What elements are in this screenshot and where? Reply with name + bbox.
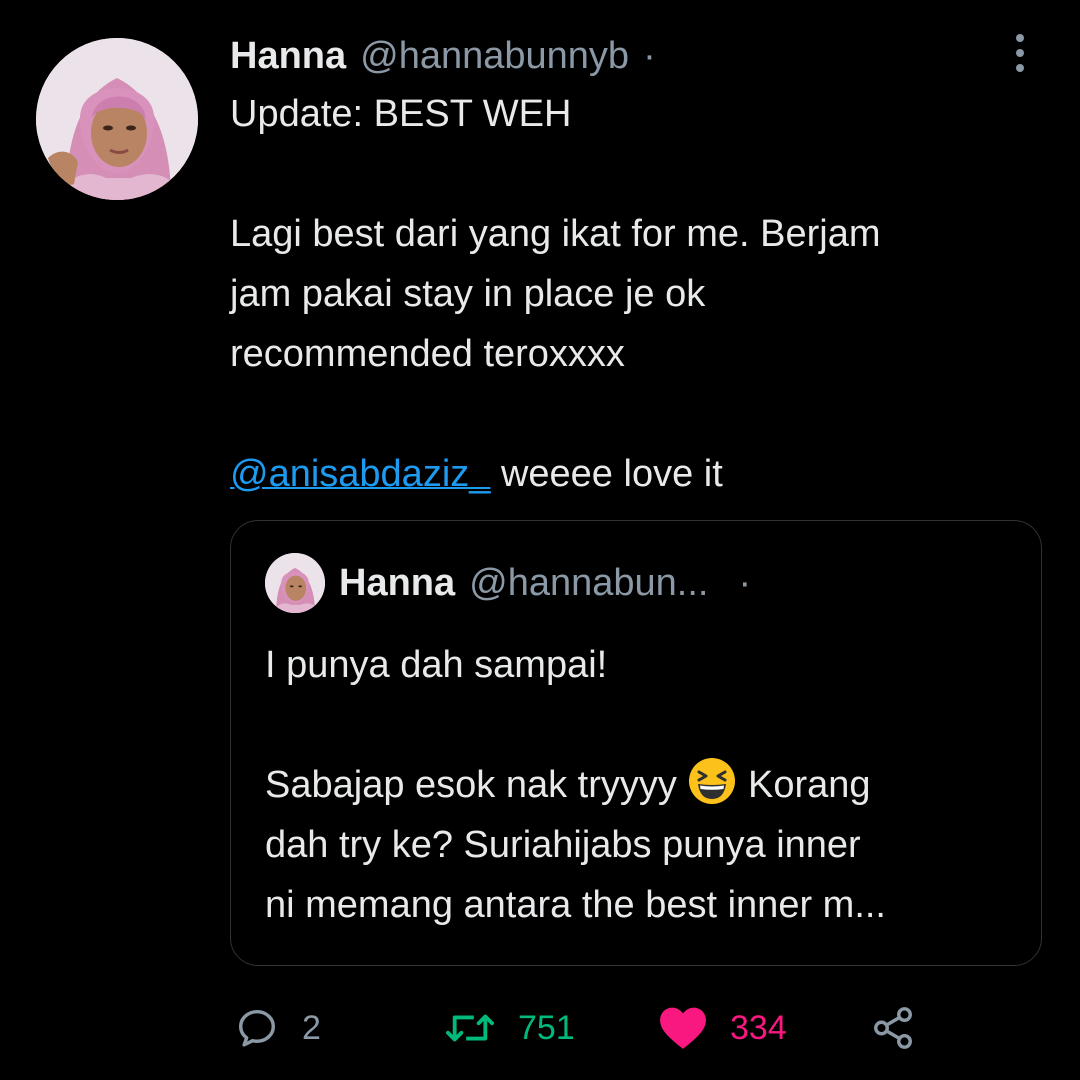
retweet-button[interactable]: 751	[444, 1000, 575, 1056]
more-dot	[1016, 64, 1024, 72]
reply-button[interactable]: 2	[234, 1000, 321, 1056]
quoted-tweet[interactable]: Hanna @hannabun... · I punya dah sampai!…	[230, 520, 1042, 966]
share-icon	[874, 1007, 912, 1049]
more-dot	[1016, 34, 1024, 42]
quoted-header-separator: ·	[738, 561, 752, 604]
quoted-text-line: dah try ke? Suriahijabs punya inner	[265, 824, 861, 866]
tweet-header: Hanna @hannabunnyb ·	[230, 30, 656, 82]
tweet-mention-line: @anisabdaziz_ weeee love it	[230, 445, 723, 504]
quoted-avatar-image	[265, 553, 325, 613]
retweet-count: 751	[518, 1008, 575, 1047]
tweet-text-line: jam pakai stay in place je ok	[230, 273, 706, 315]
heart-icon	[660, 1007, 706, 1049]
tweet-actions: 2 751 334	[230, 1000, 930, 1056]
tweet-text-line: recommended teroxxxx	[230, 333, 625, 375]
quoted-text-line: I punya dah sampai!	[265, 644, 608, 686]
quoted-text-segment: Sabajap esok nak tryyyy	[265, 764, 688, 806]
quoted-author-avatar[interactable]	[265, 553, 325, 613]
quoted-text-line: Sabajap esok nak tryyyy Korang	[265, 756, 871, 815]
author-handle[interactable]: @hannabunnyb	[360, 35, 629, 78]
quoted-tweet-header: Hanna @hannabun... ·	[339, 557, 751, 609]
retweet-icon	[446, 1014, 494, 1042]
more-dot	[1016, 49, 1024, 57]
mention-link[interactable]: @anisabdaziz_	[230, 453, 490, 495]
author-name[interactable]: Hanna	[230, 35, 346, 78]
quoted-text-line: ni memang antara the best inner m...	[265, 884, 886, 926]
quoted-author-name[interactable]: Hanna	[339, 562, 455, 605]
more-options-icon[interactable]	[1004, 34, 1036, 72]
tweet-text-line: Lagi best dari yang ikat for me. Berjam	[230, 213, 881, 255]
quoted-text-segment: Korang	[737, 764, 871, 806]
quoted-author-handle[interactable]: @hannabun...	[469, 562, 708, 605]
mention-suffix: weeee love it	[490, 453, 723, 495]
author-avatar[interactable]	[36, 38, 198, 200]
grinning-squinting-face-icon	[687, 756, 737, 806]
like-button[interactable]: 334	[658, 1000, 787, 1056]
reply-icon	[238, 1009, 276, 1047]
share-button[interactable]	[870, 1000, 916, 1056]
tweet-text-line: Update: BEST WEH	[230, 93, 572, 135]
avatar-image	[36, 38, 198, 200]
reply-count: 2	[302, 1008, 321, 1047]
header-separator: ·	[643, 34, 656, 77]
like-count: 334	[730, 1008, 787, 1047]
